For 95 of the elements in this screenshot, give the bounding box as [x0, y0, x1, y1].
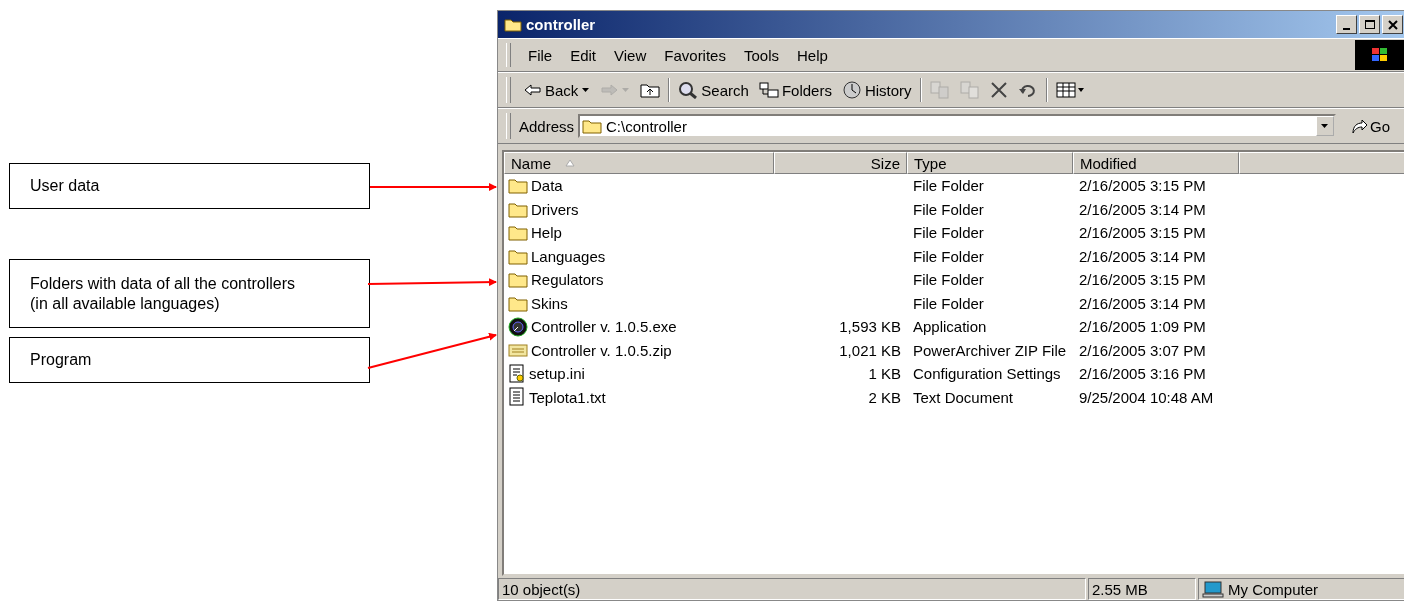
file-type: Configuration Settings	[912, 365, 1062, 383]
folder-tree-icon	[758, 82, 779, 98]
folder-icon	[508, 271, 528, 289]
file-modified: 2/16/2005 3:16 PM	[1078, 365, 1207, 383]
dropdown-button[interactable]	[1316, 116, 1334, 136]
file-name[interactable]: Teplota1.txt	[504, 387, 774, 408]
file-type: Application	[912, 318, 988, 336]
caret-icon	[621, 87, 631, 93]
back-button[interactable]: Back	[519, 79, 596, 101]
menu-item[interactable]: Help	[788, 46, 837, 64]
status-size: 2.55 MB	[1088, 578, 1196, 600]
search-button[interactable]: Search	[673, 79, 754, 101]
file-type: File Folder	[912, 294, 985, 312]
file-size: 2 KB	[867, 388, 902, 406]
address-label: Address	[519, 117, 575, 135]
folder-icon	[504, 17, 522, 32]
maximize-button[interactable]	[1359, 15, 1380, 34]
column-header[interactable]: Modified	[1073, 152, 1239, 174]
status-zone: My Computer	[1198, 578, 1404, 600]
minimize-icon	[1343, 27, 1350, 30]
file-size: 1 KB	[867, 365, 902, 383]
address-field[interactable]: C:\controller	[578, 114, 1336, 138]
file-name[interactable]: Skins	[504, 294, 774, 312]
menu-item[interactable]: View	[605, 46, 656, 64]
file-modified: 2/16/2005 3:15 PM	[1078, 224, 1207, 242]
file-modified: 2/16/2005 1:09 PM	[1078, 318, 1207, 336]
maximize-icon	[1364, 19, 1375, 30]
close-button[interactable]	[1382, 15, 1403, 34]
menu-item[interactable]: File	[519, 46, 562, 64]
file-type: File Folder	[912, 177, 985, 195]
file-modified: 2/16/2005 3:15 PM	[1078, 271, 1207, 289]
file-name[interactable]: Controller v. 1.0.5.zip	[504, 341, 774, 360]
sort-arrow-icon	[565, 159, 575, 167]
close-icon	[1387, 19, 1398, 30]
right-arrow-icon	[600, 83, 619, 97]
folder-icon	[508, 247, 528, 265]
caret-icon	[1320, 123, 1330, 129]
file-modified: 9/25/2004 10:48 AM	[1078, 388, 1215, 406]
callout-box: Folders with data of all the controllers (in all available languages)	[9, 259, 370, 328]
settings-file-icon	[508, 363, 526, 384]
callout-box: Program	[9, 337, 370, 383]
file-type: Text Document	[912, 388, 1015, 406]
undo-icon	[1017, 82, 1038, 98]
file-type: File Folder	[912, 200, 985, 218]
caret-icon	[581, 87, 591, 93]
search-icon	[678, 81, 699, 99]
minimize-button[interactable]	[1336, 15, 1357, 34]
clock-icon	[841, 81, 862, 99]
file-modified: 2/16/2005 3:14 PM	[1078, 200, 1207, 218]
status-objects: 10 object(s)	[498, 578, 1086, 600]
file-name[interactable]: Help	[504, 224, 774, 242]
file-type: File Folder	[912, 247, 985, 265]
file-type: File Folder	[912, 224, 985, 242]
column-header[interactable]: Size	[774, 152, 907, 174]
file-modified: 2/16/2005 3:14 PM	[1078, 294, 1207, 312]
file-name[interactable]: Drivers	[504, 200, 774, 218]
file-name[interactable]: Languages	[504, 247, 774, 265]
folder-up-icon	[640, 82, 661, 98]
delete-icon	[989, 81, 1008, 99]
go-arrow-icon	[1350, 118, 1368, 134]
folder-icon	[582, 118, 603, 134]
left-arrow-icon	[524, 83, 542, 97]
file-name[interactable]: Controller v. 1.0.5.exe	[504, 316, 774, 337]
folders-button[interactable]: Folders	[753, 79, 837, 101]
file-modified: 2/16/2005 3:07 PM	[1078, 341, 1207, 359]
file-modified: 2/16/2005 3:15 PM	[1078, 177, 1207, 195]
views-icon	[1055, 82, 1086, 98]
folder-icon	[508, 200, 528, 218]
file-name[interactable]: Regulators	[504, 271, 774, 289]
copy-to-icon	[959, 81, 980, 99]
archive-icon	[508, 341, 528, 360]
history-button[interactable]: History	[836, 79, 917, 101]
file-modified: 2/16/2005 3:14 PM	[1078, 247, 1207, 265]
callout-box: User data	[9, 163, 370, 209]
move-to-icon	[929, 81, 950, 99]
file-name[interactable]: setup.ini	[504, 363, 774, 384]
folder-icon	[508, 224, 528, 242]
column-header[interactable]: Name	[504, 152, 774, 174]
folder-icon	[508, 294, 528, 312]
file-type: PowerArchiver ZIP File	[912, 341, 1068, 359]
computer-icon	[1202, 580, 1224, 598]
go-button[interactable]: Go	[1336, 117, 1404, 135]
menu-item[interactable]: Tools	[734, 46, 788, 64]
file-size: 1,593 KB	[838, 318, 902, 336]
gauge-icon	[508, 316, 528, 337]
column-header[interactable]: Type	[907, 152, 1073, 174]
file-name[interactable]: Data	[504, 177, 774, 195]
file-size: 1,021 KB	[838, 341, 902, 359]
text-file-icon	[508, 387, 526, 408]
menu-item[interactable]: Edit	[561, 46, 606, 64]
file-type: File Folder	[912, 271, 985, 289]
folder-icon	[508, 177, 528, 195]
flag-icon	[1370, 46, 1390, 64]
window-title: controller	[526, 16, 597, 33]
menu-item[interactable]: Favorites	[655, 46, 735, 64]
